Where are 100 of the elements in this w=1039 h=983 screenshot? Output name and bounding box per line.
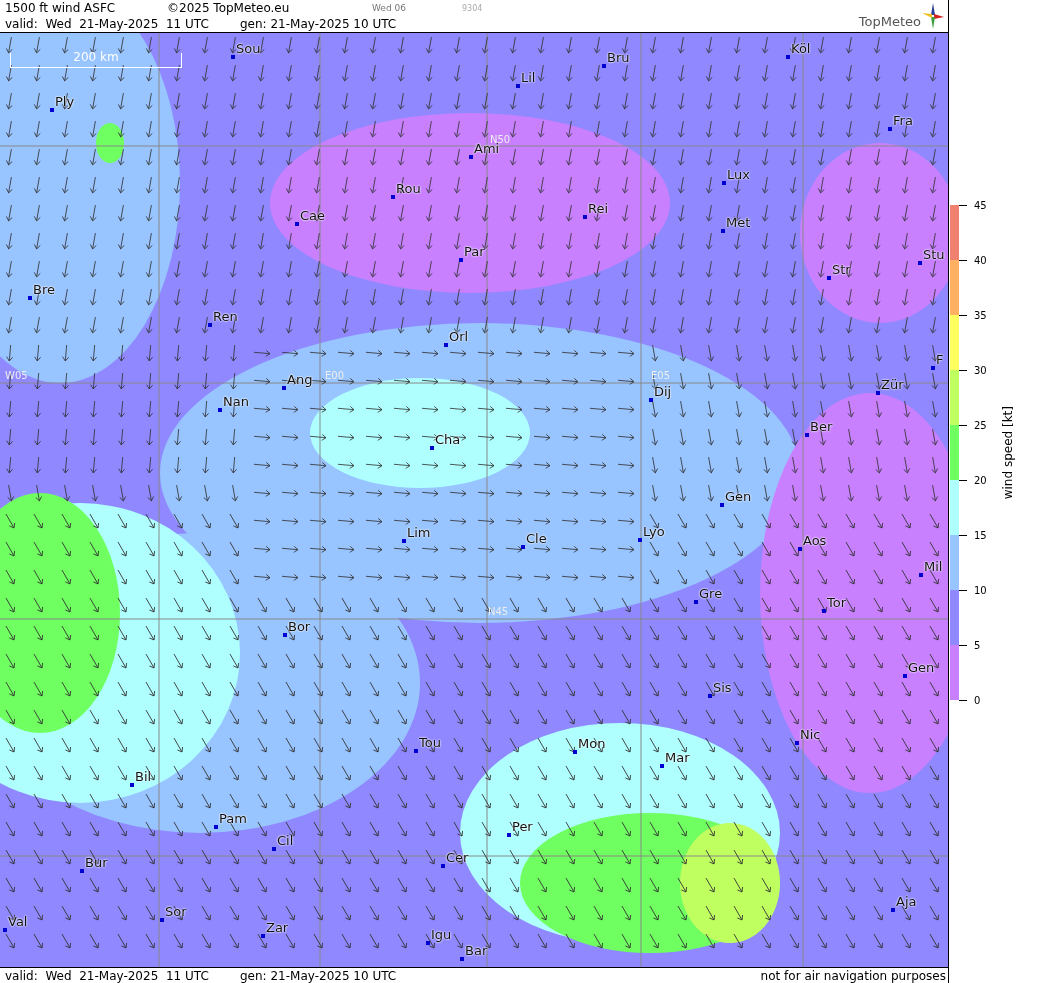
- city-marker-icon: [218, 408, 222, 412]
- city-marker-icon: [459, 258, 463, 262]
- city-label: Aja: [896, 894, 917, 909]
- city-marker-icon: [80, 869, 84, 873]
- tick-mark: [959, 314, 967, 316]
- city-marker-icon: [402, 539, 406, 543]
- tick-label: 25: [974, 419, 987, 431]
- city-label: Ang: [287, 372, 313, 387]
- copyright-text: ©2025 TopMeteo.eu: [167, 1, 291, 15]
- tick-label: 30: [974, 364, 987, 376]
- city-marker-icon: [708, 694, 712, 698]
- city-label: Mar: [665, 750, 690, 765]
- tick-label: 35: [974, 309, 987, 321]
- city-marker-icon: [721, 229, 725, 233]
- valid-time: valid: Wed 21-May-2025 11 UTC: [5, 968, 210, 983]
- city-marker-icon: [516, 84, 520, 88]
- city-label: Lil: [521, 70, 536, 85]
- city-marker-icon: [507, 833, 511, 837]
- city-label: Sis: [713, 680, 732, 695]
- grid-label: N45: [488, 606, 509, 617]
- city-marker-icon: [441, 864, 445, 868]
- city-marker-icon: [28, 296, 32, 300]
- generated-time: gen: 21-May-2025 10 UTC: [240, 17, 397, 31]
- city-marker-icon: [573, 750, 577, 754]
- city-label: Bre: [33, 282, 55, 297]
- city-marker-icon: [261, 934, 265, 938]
- city-label: Köl: [791, 41, 811, 56]
- city-marker-icon: [903, 674, 907, 678]
- city-label: Bur: [85, 855, 108, 870]
- city-marker-icon: [805, 433, 809, 437]
- city-label: Sor: [165, 904, 187, 919]
- city-label: Lux: [727, 167, 750, 182]
- tick-mark: [959, 369, 967, 371]
- city-label: Mil: [924, 559, 943, 574]
- city-label: Igu: [431, 927, 452, 942]
- city-label: Dij: [654, 384, 672, 399]
- city-marker-icon: [795, 741, 799, 745]
- city-label: Gen: [908, 660, 935, 675]
- city-marker-icon: [160, 918, 164, 922]
- city-label: Ren: [213, 309, 238, 324]
- city-marker-icon: [50, 108, 54, 112]
- city-label: Bar: [465, 943, 488, 958]
- city-marker-icon: [414, 749, 418, 753]
- city-label: Rou: [396, 181, 421, 196]
- tick-label: 45: [974, 199, 987, 211]
- city-label: Cer: [446, 850, 469, 865]
- city-marker-icon: [231, 55, 235, 59]
- city-label: Bor: [288, 619, 311, 634]
- city-marker-icon: [426, 941, 430, 945]
- city-marker-icon: [208, 323, 212, 327]
- city-marker-icon: [918, 261, 922, 265]
- city-marker-icon: [876, 391, 880, 395]
- city-label: Stu: [923, 247, 945, 262]
- city-label: Bru: [607, 50, 630, 65]
- scale-label: 200 km: [73, 51, 119, 66]
- city-marker-icon: [931, 366, 935, 370]
- city-label: Ply: [55, 94, 75, 109]
- city-marker-icon: [694, 600, 698, 604]
- city-label: Nic: [800, 727, 821, 742]
- tick-mark: [959, 204, 967, 206]
- city-label: Bil: [135, 769, 152, 784]
- city-marker-icon: [638, 538, 642, 542]
- city-label: Cil: [277, 833, 294, 848]
- legend-title: wind speed [kt]: [1000, 405, 1015, 500]
- city-label: Lyo: [643, 524, 665, 539]
- city-label: Sou: [236, 41, 261, 56]
- tick-label: 20: [974, 474, 987, 486]
- city-marker-icon: [521, 545, 525, 549]
- city-marker-icon: [214, 825, 218, 829]
- city-label: Str: [832, 262, 851, 277]
- city-marker-icon: [786, 55, 790, 59]
- city-label: Per: [512, 819, 533, 834]
- tick-mark: [959, 534, 967, 536]
- tick-mark: [959, 644, 967, 646]
- city-label: Nan: [223, 394, 249, 409]
- city-label: Cha: [435, 432, 461, 447]
- city-marker-icon: [583, 215, 587, 219]
- city-marker-icon: [722, 181, 726, 185]
- city-marker-icon: [649, 398, 653, 402]
- city-label: Met: [726, 215, 751, 230]
- city-label: Pam: [219, 811, 247, 826]
- city-label: Mon: [578, 736, 606, 751]
- disclaimer-text: not for air navigation purposes: [760, 968, 947, 983]
- city-label: F: [936, 352, 944, 367]
- product-title: 1500 ft wind ASFC: [5, 1, 117, 15]
- tick-mark: [959, 479, 967, 481]
- city-label: Par: [464, 244, 485, 259]
- city-marker-icon: [3, 928, 7, 932]
- city-marker-icon: [822, 609, 826, 613]
- city-label: Fra: [893, 113, 913, 128]
- city-marker-icon: [827, 276, 831, 280]
- city-label: Tor: [827, 595, 847, 610]
- run-label: Wed 06: [372, 3, 407, 13]
- city-marker-icon: [891, 908, 895, 912]
- city-marker-icon: [460, 957, 464, 961]
- city-label: Gre: [699, 586, 723, 601]
- tick-label: 0: [974, 694, 981, 706]
- city-marker-icon: [282, 386, 286, 390]
- city-marker-icon: [798, 547, 802, 551]
- city-marker-icon: [283, 633, 287, 637]
